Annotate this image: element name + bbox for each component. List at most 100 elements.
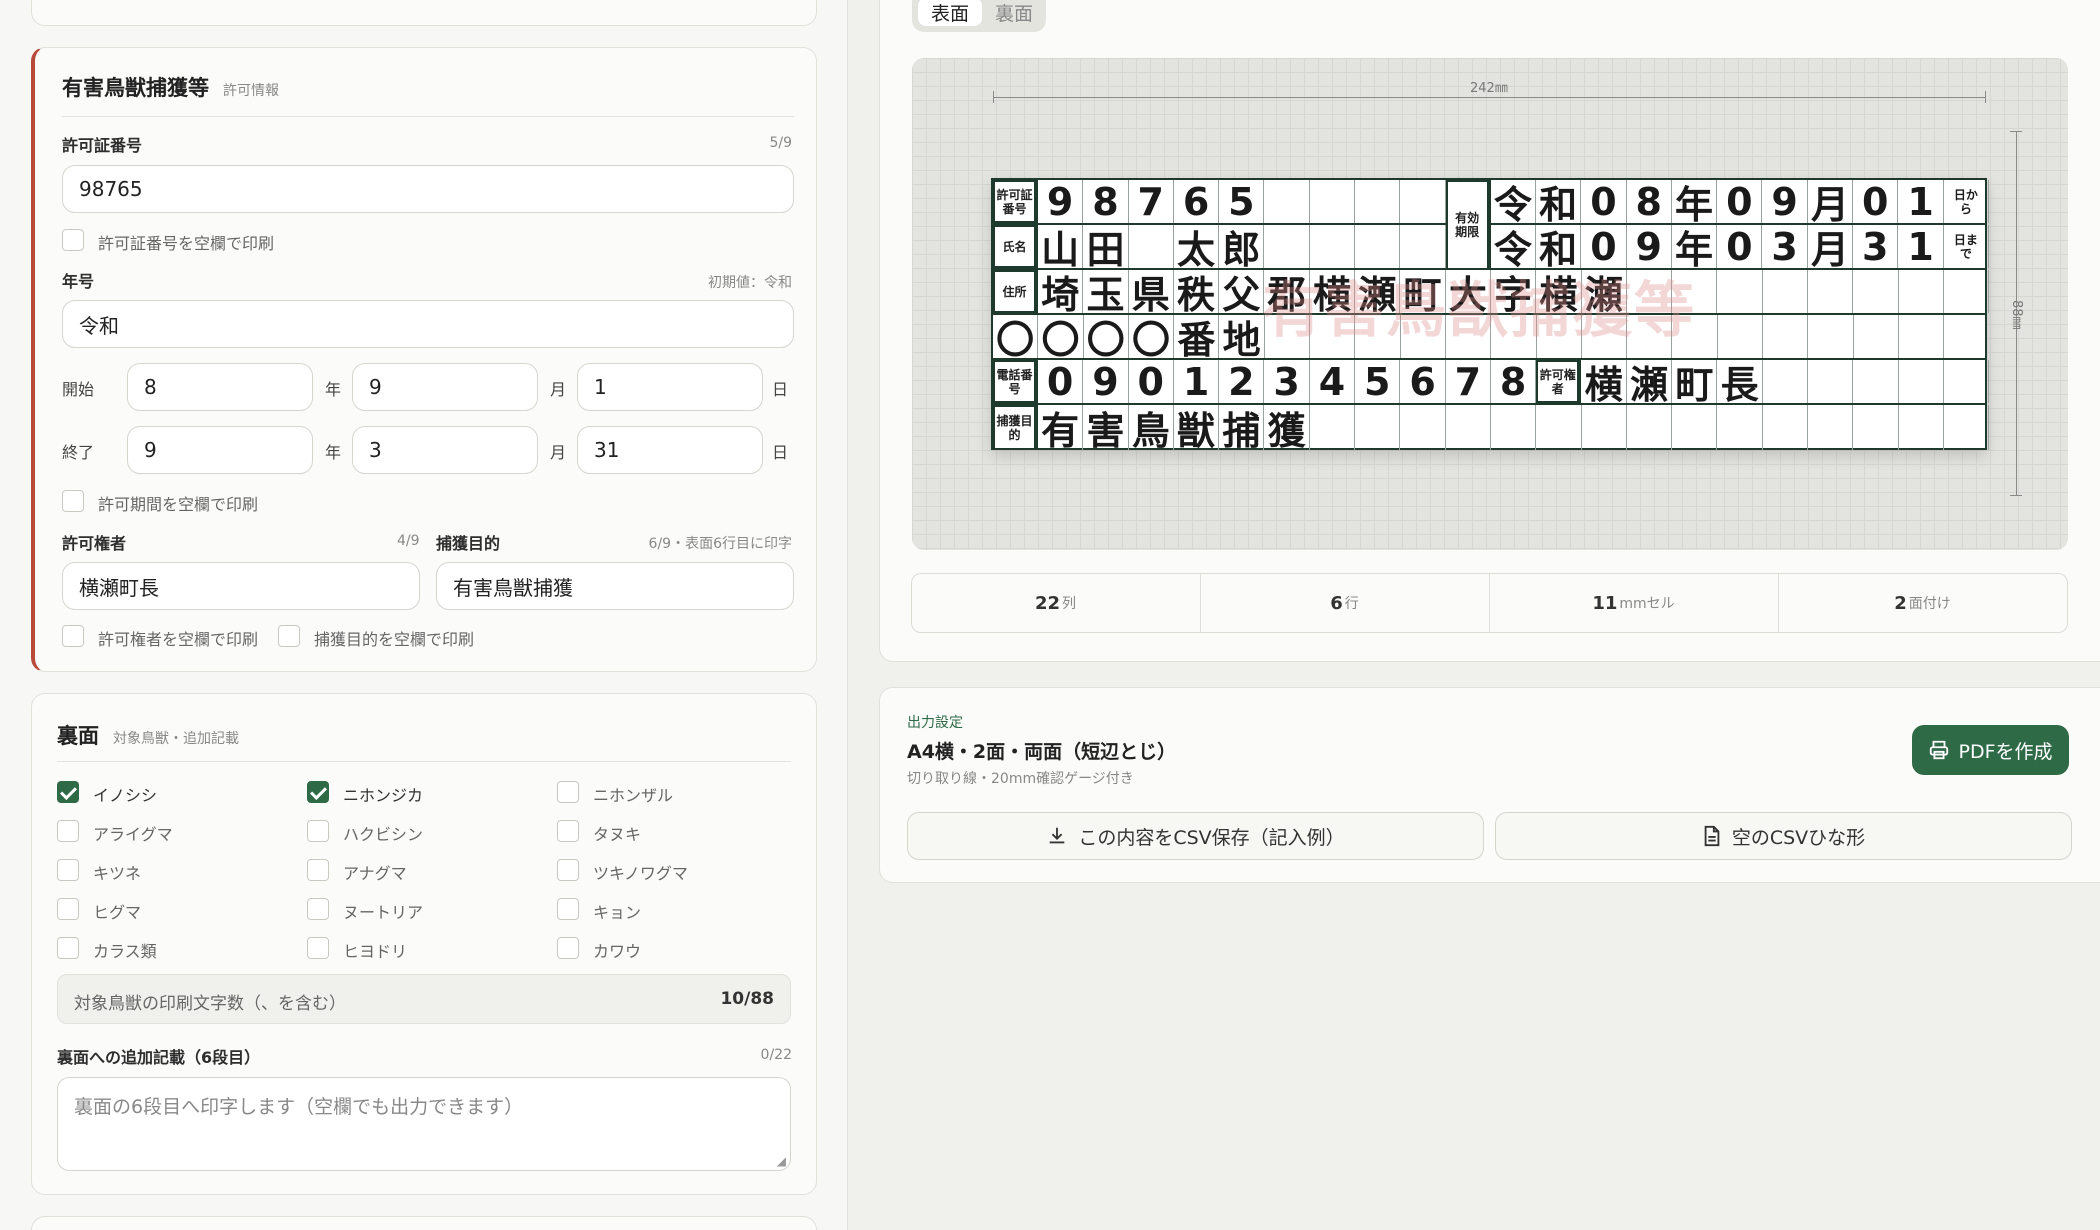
animal-option[interactable]: ニホンザル xyxy=(557,778,797,806)
animal-option[interactable]: アナグマ xyxy=(307,856,547,884)
animal-option[interactable]: キョン xyxy=(557,895,797,923)
animal-checkbox[interactable] xyxy=(57,781,79,803)
animal-option[interactable]: アライグマ xyxy=(57,817,297,845)
watermark-text: 有害鳥獣捕獲等 xyxy=(1262,276,1696,346)
purpose-input[interactable]: 有害鳥獣捕獲 xyxy=(436,562,794,610)
permit-no-blank-checkbox[interactable] xyxy=(62,229,84,251)
name-header: 氏名 xyxy=(993,225,1038,268)
permit-subtitle: 許可情報 xyxy=(223,83,279,99)
animal-label: キョン xyxy=(593,903,642,922)
license-cell xyxy=(1718,270,1763,313)
back-card: 裏面 対象鳥獣・追加記載 イノシシ ニホンジカ ニホンザルアライグマ ハクビシン タヌキ… xyxy=(31,693,817,1195)
license-cell: 3 xyxy=(1265,360,1310,404)
license-cell xyxy=(1808,315,1854,358)
animal-checkbox[interactable] xyxy=(557,898,579,920)
resize-handle-icon[interactable]: ◢ xyxy=(777,1154,786,1168)
animal-option[interactable]: ヌートリア xyxy=(307,895,547,923)
license-cell: 〇 xyxy=(1129,315,1175,362)
animal-option[interactable]: ツキノワグマ xyxy=(557,856,797,884)
back-subtitle: 対象鳥獣・追加記載 xyxy=(113,731,239,747)
license-cell: 6 xyxy=(1174,180,1220,224)
era-input[interactable]: 令和 xyxy=(62,300,794,348)
purpose-blank-checkbox[interactable] xyxy=(278,625,300,647)
license-cell xyxy=(1763,360,1809,403)
csv-template-button[interactable]: 空のCSVひな形 xyxy=(1495,812,2072,860)
animal-checkbox[interactable] xyxy=(307,937,329,959)
license-cell: 月 xyxy=(1808,225,1854,272)
animal-checkbox[interactable] xyxy=(57,859,79,881)
animal-option[interactable]: イノシシ xyxy=(57,778,297,806)
animal-checkbox[interactable] xyxy=(307,781,329,803)
download-icon xyxy=(1049,827,1065,844)
license-cell: 有 xyxy=(1038,405,1084,453)
animal-option[interactable]: ハクビシン xyxy=(307,817,547,845)
license-cell: 9 xyxy=(1763,180,1808,224)
animal-option[interactable]: ヒヨドリ xyxy=(307,934,547,962)
tab-front[interactable]: 表面 xyxy=(918,0,982,26)
animal-checkbox[interactable] xyxy=(557,859,579,881)
license-cell: 令 xyxy=(1491,180,1536,227)
back-title: 裏面 xyxy=(57,724,99,748)
permit-card-title: 有害鳥獣捕獲等 許可情報 xyxy=(62,72,279,102)
license-cell: 9 xyxy=(1038,180,1084,224)
authority-label: 許可権者 xyxy=(62,534,127,553)
license-cell xyxy=(1491,405,1537,450)
license-cell: 捕 xyxy=(1219,405,1265,453)
period-blank-checkbox[interactable] xyxy=(62,490,84,512)
start-year-input[interactable]: 8 xyxy=(127,363,313,411)
animal-option[interactable]: カラス類 xyxy=(57,934,297,962)
license-cell: 長 xyxy=(1718,360,1763,407)
end-year-input[interactable]: 9 xyxy=(127,426,313,474)
animal-option[interactable]: キツネ xyxy=(57,856,297,884)
animal-checkbox[interactable] xyxy=(307,859,329,881)
license-cell: 3 xyxy=(1853,225,1899,269)
start-month-unit: 月 xyxy=(550,380,567,399)
license-cell: 1 xyxy=(1898,225,1944,269)
authority-blank-checkbox[interactable] xyxy=(62,625,84,647)
animal-checkbox[interactable] xyxy=(57,937,79,959)
license-cell xyxy=(1899,360,1944,403)
animal-checkbox[interactable] xyxy=(307,898,329,920)
license-cell: 8 xyxy=(1627,180,1672,224)
output-note: 切り取り線・20mm確認ゲージ付き xyxy=(907,771,1134,787)
license-cell: 県 xyxy=(1129,270,1174,317)
animal-label: ハクビシン xyxy=(343,825,424,844)
csv-save-button[interactable]: この内容をCSV保存（記入例） xyxy=(907,812,1484,860)
end-day-unit: 日 xyxy=(772,443,789,462)
animal-option[interactable]: カワウ xyxy=(557,934,797,962)
license-cell: 8 xyxy=(1083,180,1129,224)
license-cell: 月 xyxy=(1808,180,1854,227)
animal-checkbox[interactable] xyxy=(557,937,579,959)
animal-checkbox[interactable] xyxy=(57,898,79,920)
license-cell: 9 xyxy=(1083,360,1129,404)
authority-input[interactable]: 横瀬町長 xyxy=(62,562,420,610)
license-cell: 番 xyxy=(1174,315,1220,362)
tab-back[interactable]: 裏面 xyxy=(984,0,1044,26)
char-count-value: 10/88 xyxy=(720,989,774,1009)
animal-checkbox[interactable] xyxy=(557,781,579,803)
animal-checkbox[interactable] xyxy=(557,820,579,842)
animal-label: イノシシ xyxy=(93,786,158,805)
create-pdf-button[interactable]: PDFを作成 xyxy=(1912,725,2069,775)
license-cell: 郎 xyxy=(1219,225,1265,272)
permit-no-input[interactable]: 98765 xyxy=(62,165,794,213)
extra-count: 0/22 xyxy=(760,1047,792,1063)
animal-option[interactable]: ヒグマ xyxy=(57,895,297,923)
animal-option[interactable]: タヌキ xyxy=(557,817,797,845)
extra-textarea[interactable]: 裏面の6段目へ印字します（空欄でも出力できます） ◢ xyxy=(57,1077,791,1171)
stat-cell-size: 11 mmセル xyxy=(1592,592,1675,614)
license-cell: 6 xyxy=(1400,360,1446,404)
animal-checkbox-grid: イノシシ ニホンジカ ニホンザルアライグマ ハクビシン タヌキキツネ アナグマ ツキノワグマ… xyxy=(57,778,797,978)
animal-checkbox[interactable] xyxy=(307,820,329,842)
animal-option[interactable]: ニホンジカ xyxy=(307,778,547,806)
start-day-input[interactable]: 1 xyxy=(577,363,763,411)
license-cell xyxy=(1718,315,1764,358)
end-month-input[interactable]: 3 xyxy=(352,426,538,474)
csv-save-label: この内容をCSV保存（記入例） xyxy=(1078,826,1345,849)
license-cell xyxy=(1944,270,1990,313)
animal-checkbox[interactable] xyxy=(57,820,79,842)
end-day-input[interactable]: 31 xyxy=(577,426,763,474)
start-month-input[interactable]: 9 xyxy=(352,363,538,411)
license-cell: 0 xyxy=(1717,225,1763,269)
authority-header: 許可権者 xyxy=(1536,360,1582,403)
